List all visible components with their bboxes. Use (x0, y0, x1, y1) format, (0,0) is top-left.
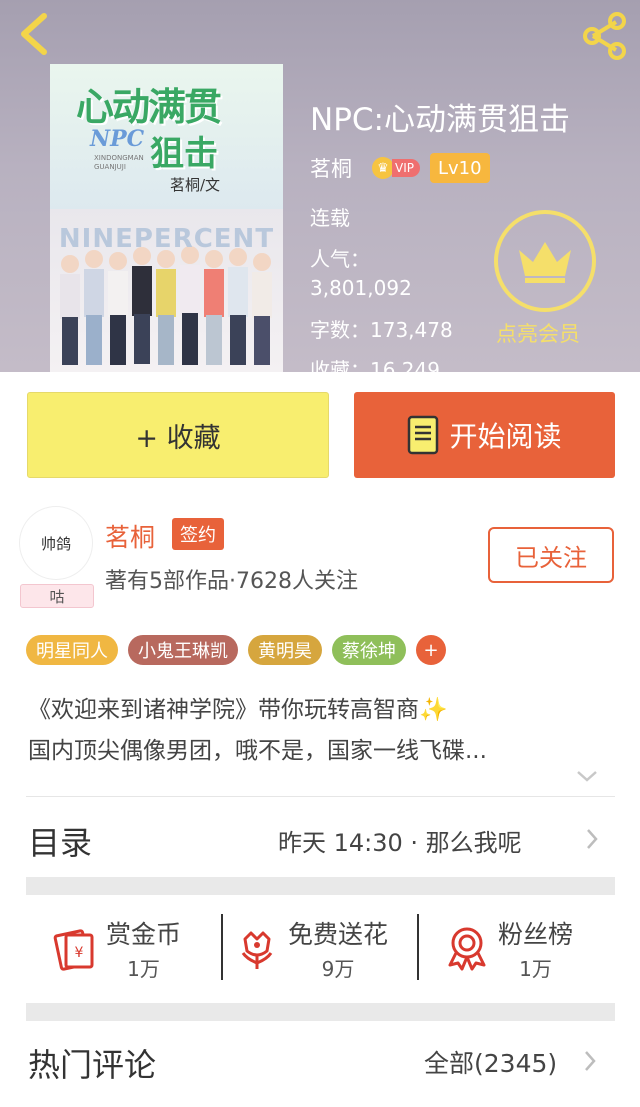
reward-fans[interactable]: 粉丝榜 1万 (442, 910, 573, 986)
reward-label: 免费送花 (288, 919, 389, 949)
signed-badge: 签约 (172, 518, 224, 550)
tag-item[interactable]: 蔡徐坤 (332, 635, 406, 665)
chevron-left-icon (21, 13, 47, 55)
reward-value: 1万 (127, 956, 160, 981)
popularity-label: 人气： (310, 247, 370, 271)
book-icon (408, 415, 439, 455)
popularity-value: 3,801,092 (310, 276, 412, 300)
flower-icon (241, 931, 273, 969)
share-button[interactable] (580, 12, 630, 60)
section-separator (26, 1003, 615, 1021)
tag-item[interactable]: 小鬼王琳凯 (128, 635, 238, 665)
chevron-right-icon[interactable] (584, 1050, 596, 1072)
reward-flowers[interactable]: 免费送花 9万 (232, 910, 388, 986)
reward-coins[interactable]: ¥ 赏金币 1万 (50, 910, 181, 986)
author-card-name[interactable]: 茗桐 (105, 518, 155, 554)
chevron-right-icon[interactable] (586, 828, 598, 850)
svg-text:¥: ¥ (75, 945, 84, 961)
author-works: 著有5部作品·7628人关注 (105, 569, 358, 594)
level-badge: Lv10 (429, 153, 490, 183)
start-reading-label: 开始阅读 (449, 420, 562, 453)
section-separator (26, 877, 615, 895)
crown-icon: ♛ (372, 157, 394, 179)
cover-author: 茗桐/文 (170, 176, 221, 194)
reward-value: 9万 (321, 956, 355, 981)
book-header: 心动满贯 NPC 狙击 XINDONGMAN GUANJUJI 茗桐/文 NIN… (0, 0, 640, 372)
reward-label: 粉丝榜 (498, 919, 574, 949)
all-comments-link[interactable]: 全部(2345) (424, 1044, 557, 1080)
add-tag-button[interactable]: + (416, 635, 446, 665)
avatar-tag: 咕 (20, 584, 94, 608)
vip-label[interactable]: 点亮会员 (496, 318, 580, 348)
vip-crown-button[interactable] (494, 210, 596, 312)
cover-title-2: 狙击 (150, 134, 218, 174)
tag-list: 明星同人 小鬼王琳凯 黄明昊 蔡徐坤 + (26, 635, 456, 665)
favorite-count: 收藏：16,249 (310, 358, 440, 372)
description-line-2: 国内顶尖偶像男团，哦不是，国家一线飞碟... (28, 738, 487, 764)
word-count: 字数：173,478 (310, 318, 453, 342)
crown-icon (519, 242, 571, 283)
author-row: 茗桐 ♛ VIP Lv10 (310, 152, 490, 184)
toc-title[interactable]: 目录 (28, 818, 92, 864)
vip-badge: ♛ VIP (372, 157, 420, 179)
cover-subtitle: XINDONGMAN GUANJUJI (94, 154, 144, 171)
collect-button[interactable]: + 收藏 (27, 392, 329, 478)
hot-comments-title: 热门评论 (28, 1046, 157, 1084)
tag-item[interactable]: 明星同人 (26, 635, 118, 665)
book-status: 连载 (310, 206, 350, 230)
reward-value: 1万 (519, 956, 552, 981)
divider (221, 914, 223, 980)
latest-chapter[interactable]: 昨天 14:30 · 那么我呢 (278, 823, 522, 858)
share-icon (583, 12, 626, 60)
red-envelope-icon: ¥ (53, 929, 94, 971)
tag-item[interactable]: 黄明昊 (248, 635, 322, 665)
book-title: NPC:心动满贯狙击 (310, 102, 570, 138)
cover-title: 心动满贯 (76, 84, 222, 129)
medal-icon (448, 927, 486, 971)
divider (26, 796, 615, 797)
cover-npc: NPC (90, 126, 145, 152)
reward-label: 赏金币 (106, 919, 182, 949)
start-reading-button[interactable]: 开始阅读 (354, 392, 615, 478)
description-line-1: 《欢迎来到诸神学院》带你玩转高智商✨ (28, 697, 448, 723)
cover-band-name: NINEPERCENT (58, 224, 275, 254)
divider (417, 914, 419, 980)
book-cover[interactable]: 心动满贯 NPC 狙击 XINDONGMAN GUANJUJI 茗桐/文 NIN… (50, 64, 283, 372)
author-avatar[interactable]: 帅鸽 (20, 507, 92, 579)
follow-button[interactable]: 已关注 (488, 527, 614, 583)
back-button[interactable] (14, 12, 54, 56)
chevron-down-icon[interactable] (576, 769, 598, 783)
author-name[interactable]: 茗桐 (310, 153, 352, 183)
